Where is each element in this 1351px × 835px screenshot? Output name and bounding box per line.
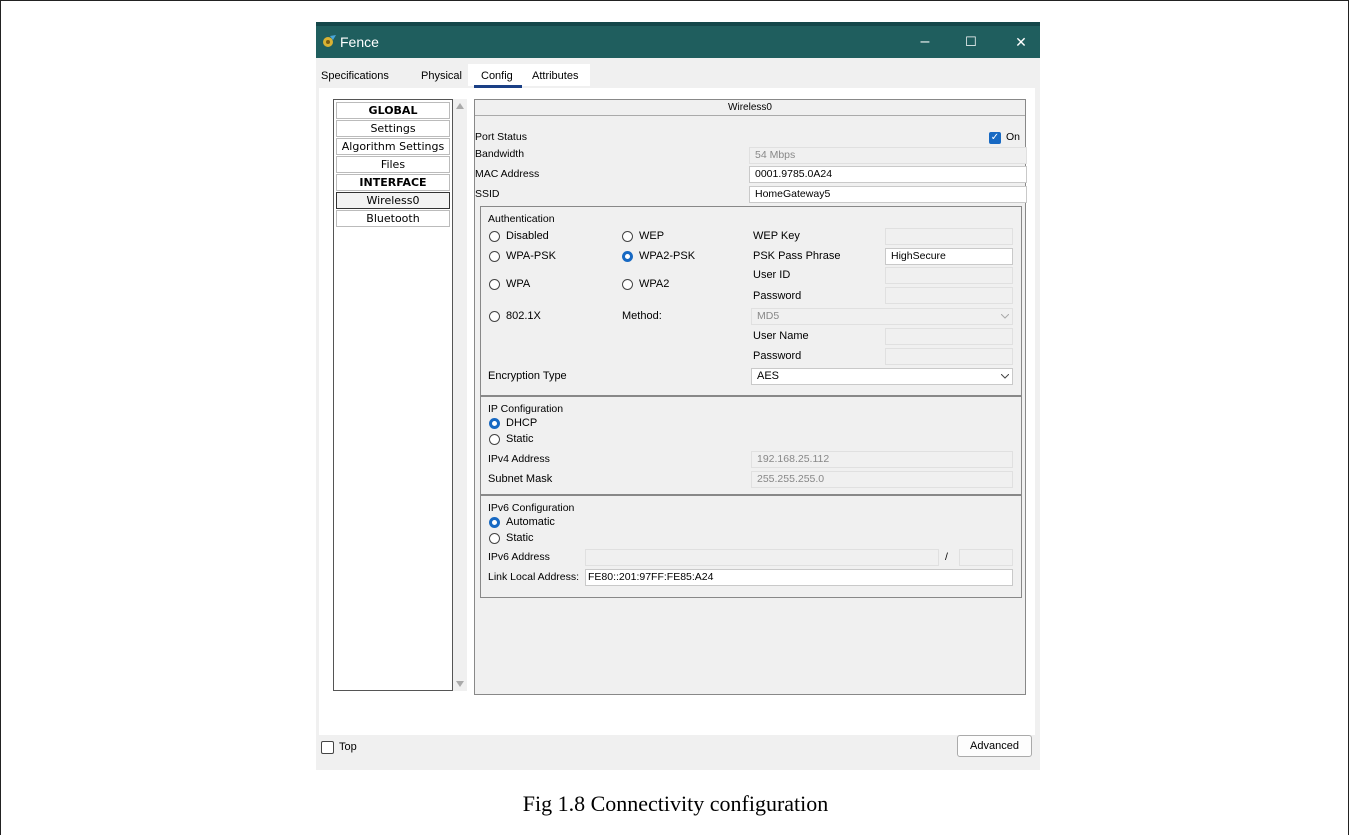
bottom-bar: Top Advanced [316, 735, 1040, 770]
ssid-field[interactable]: HomeGateway5 [749, 186, 1027, 203]
password-field [885, 287, 1013, 304]
ipv6-configuration-title: IPv6 Configuration [488, 502, 575, 514]
radio-ipv6-automatic[interactable] [489, 517, 500, 528]
auth-802-1x-label: 802.1X [506, 310, 541, 322]
wireless0-panel: Wireless0 Port Status ✓ On Bandwidth 54 … [474, 99, 1027, 695]
auth-wpa2-psk-label: WPA2-PSK [639, 250, 696, 262]
auth-wpa-label: WPA [506, 278, 531, 290]
psk-pass-phrase-field[interactable]: HighSecure [885, 248, 1013, 265]
ipv6-prefix-field [959, 549, 1013, 566]
top-checkbox[interactable] [321, 741, 334, 754]
tab-attributes[interactable]: Attributes [532, 70, 578, 82]
tab-physical[interactable]: Physical [421, 70, 462, 82]
auth-disabled-label: Disabled [506, 230, 549, 242]
nav-scrollbar[interactable] [453, 99, 467, 691]
radio-auth-wpa2[interactable] [622, 279, 633, 290]
method-label: Method: [622, 310, 662, 322]
wep-key-field [885, 228, 1013, 245]
radio-ip-static[interactable] [489, 434, 500, 445]
mac-address-field[interactable]: 0001.9785.0A24 [749, 166, 1027, 183]
ip-configuration-title: IP Configuration [488, 403, 564, 415]
user-id-label: User ID [753, 269, 791, 281]
psk-pass-phrase-label: PSK Pass Phrase [753, 250, 841, 262]
advanced-button[interactable]: Advanced [957, 735, 1032, 757]
ipv6-automatic-label: Automatic [506, 516, 555, 528]
port-on-label: On [1006, 131, 1021, 143]
ipv6-static-label: Static [506, 532, 534, 544]
radio-auth-802-1x[interactable] [489, 311, 500, 322]
radio-auth-wpa-psk[interactable] [489, 251, 500, 262]
radio-ipv6-static[interactable] [489, 533, 500, 544]
radio-auth-wep[interactable] [622, 231, 633, 242]
figure-caption: Fig 1.8 Connectivity configuration [522, 791, 829, 816]
radio-auth-disabled[interactable] [489, 231, 500, 242]
ip-configuration-group: IP Configuration DHCP Static IPv4 Addres… [480, 396, 1022, 495]
radio-auth-wpa2-psk[interactable] [622, 251, 633, 262]
authentication-title: Authentication [488, 213, 555, 225]
auth-wpa2-label: WPA2 [639, 278, 670, 290]
tab-specifications[interactable]: Specifications [321, 70, 389, 82]
radio-ip-dhcp[interactable] [489, 418, 500, 429]
minimize-button[interactable]: – [910, 30, 940, 54]
ipv6-address-field [585, 549, 939, 566]
maximize-button[interactable]: ☐ [956, 30, 986, 54]
password2-field [885, 348, 1013, 365]
nav-item-bluetooth[interactable]: Bluetooth [336, 210, 450, 227]
ip-static-label: Static [506, 433, 534, 445]
method-select: MD5 [751, 308, 1013, 325]
auth-wep-label: WEP [639, 230, 665, 242]
device-window: Fence – ☐ ✕ Specifications Physical Conf… [316, 22, 1040, 770]
app-icon [323, 35, 336, 47]
scroll-down-icon[interactable] [456, 681, 464, 687]
authentication-group: Authentication Disabled WEP WEP Key WPA-… [480, 206, 1022, 396]
nav-item-algorithm-settings[interactable]: Algorithm Settings [336, 138, 450, 155]
bandwidth-label: Bandwidth [475, 148, 525, 160]
config-content: GLOBAL Settings Algorithm Settings Files… [319, 88, 1035, 735]
subnet-mask-label: Subnet Mask [488, 473, 553, 485]
encryption-type-select[interactable]: AES [751, 368, 1013, 385]
mac-address-label: MAC Address [475, 168, 540, 180]
encryption-type-label: Encryption Type [488, 370, 567, 382]
ssid-label: SSID [475, 188, 500, 200]
user-id-field [885, 267, 1013, 284]
nav-item-wireless0[interactable]: Wireless0 [336, 192, 450, 209]
port-status-checkbox[interactable]: ✓ [989, 132, 1001, 144]
titlebar: Fence – ☐ ✕ [316, 22, 1040, 58]
user-name-field [885, 328, 1013, 345]
ipv6-address-label: IPv6 Address [488, 551, 550, 563]
link-local-address-field[interactable]: FE80::201:97FF:FE85:A24 [585, 569, 1013, 586]
ipv4-address-label: IPv4 Address [488, 453, 550, 465]
bandwidth-field: 54 Mbps [749, 147, 1027, 164]
panel-title: Wireless0 [475, 100, 1025, 116]
subnet-mask-field: 255.255.255.0 [751, 471, 1013, 488]
user-name-label: User Name [753, 330, 809, 342]
config-nav-list: GLOBAL Settings Algorithm Settings Files… [333, 99, 453, 691]
ipv6-configuration-group: IPv6 Configuration Automatic Static IPv6… [480, 495, 1022, 598]
password-label: Password [753, 290, 802, 302]
close-button[interactable]: ✕ [1006, 30, 1036, 54]
chevron-down-icon [1001, 314, 1009, 319]
nav-item-settings[interactable]: Settings [336, 120, 450, 137]
nav-item-files[interactable]: Files [336, 156, 450, 173]
tab-config[interactable]: Config [481, 70, 513, 82]
ipv4-address-field: 192.168.25.112 [751, 451, 1013, 468]
password2-label: Password [753, 350, 802, 362]
window-title: Fence [340, 34, 379, 50]
chevron-down-icon [1001, 374, 1009, 379]
ipv6-prefix-separator: / [945, 551, 948, 563]
link-local-address-label: Link Local Address: [488, 571, 580, 583]
nav-item-interface[interactable]: INTERFACE [336, 174, 450, 191]
auth-wpa-psk-label: WPA-PSK [506, 250, 556, 262]
ip-dhcp-label: DHCP [506, 417, 538, 429]
port-status-label: Port Status [475, 131, 527, 143]
tab-bar: Specifications Physical Config Attribute… [316, 58, 1040, 88]
wep-key-label: WEP Key [753, 230, 800, 242]
scroll-up-icon[interactable] [456, 103, 464, 109]
nav-item-global[interactable]: GLOBAL [336, 102, 450, 119]
radio-auth-wpa[interactable] [489, 279, 500, 290]
top-label: Top [339, 741, 357, 753]
